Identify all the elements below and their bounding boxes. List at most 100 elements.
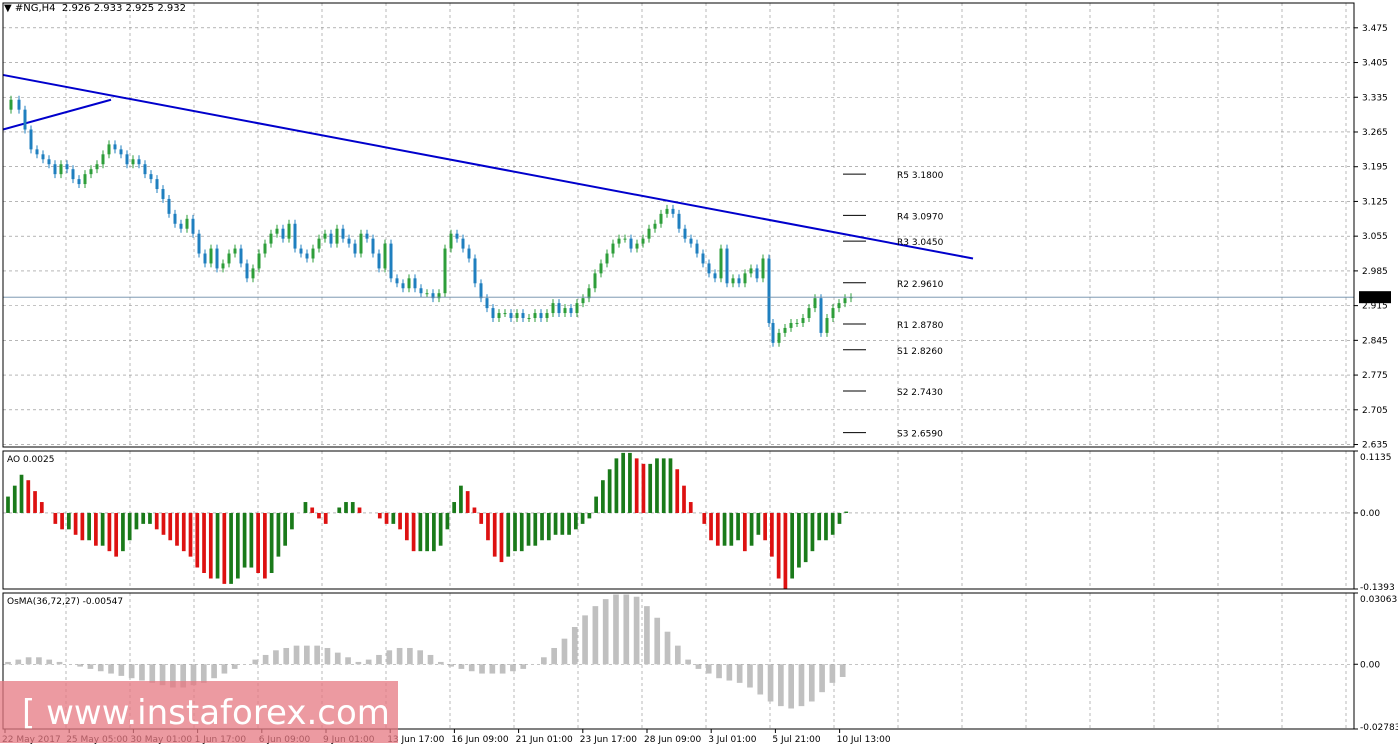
candle-body [221,263,225,269]
candle-body [557,303,561,314]
candle-body [807,308,811,319]
chart-header: ▼ #NG,H4 2.926 2.933 2.925 2.932 [4,3,186,14]
candle-body [197,233,201,254]
candle-body [551,303,555,314]
price-axis-label: 3.265 [1362,128,1388,138]
candle-body [35,149,39,155]
candle-body [41,154,45,160]
candle-body [777,332,781,343]
candle-body [101,154,105,165]
candle-body [185,218,189,229]
candle-body [137,159,141,165]
candle-body [665,208,669,214]
candle-body [77,179,81,185]
candle-body [47,159,51,165]
candle-body [659,213,663,224]
candle-body [825,318,829,333]
candle-body [671,208,675,214]
candle-body [401,283,405,289]
candle-body [323,233,327,239]
price-axis-label: 3.055 [1362,232,1388,242]
candle-body [359,233,363,254]
candle-body [149,174,153,180]
time-axis-label: 21 Jun 01:00 [516,735,573,745]
candle-body [587,288,591,299]
candle-body [497,313,501,319]
candle-body [155,179,159,190]
candle-body [581,298,585,304]
candle-body [473,258,477,284]
time-axis-label: 28 Jun 09:00 [644,735,701,745]
indicator-axis-label: 0.00 [1360,509,1380,519]
candle-body [407,278,411,289]
dropdown-arrow-icon[interactable]: ▼ [4,3,15,14]
candle-body [689,238,693,244]
candle-body [311,248,315,259]
candle-body [161,189,165,199]
candle-body [395,278,399,284]
candle-body [725,248,729,284]
candle-body [203,253,207,264]
candle-body [215,248,219,269]
candle-body [837,303,841,309]
candle-body [737,278,741,284]
candle-body [425,293,429,295]
candle-body [173,213,177,224]
candle-body [29,129,33,150]
candle-body [329,233,333,244]
pivot-label: S1 2.8260 [897,347,943,357]
price-axis-label: 3.475 [1362,24,1388,34]
price-axis-label: 2.845 [1362,336,1388,346]
candle-body [479,283,483,299]
candle-body [641,238,645,244]
candle-body [107,144,111,155]
candle-body [509,313,513,319]
candle-body [53,164,57,175]
candle-body [71,169,75,180]
candle-body [599,263,603,274]
candle-body [317,238,321,249]
candle-body [795,322,799,324]
candle-body [545,313,549,319]
candle-body [695,243,699,254]
price-axis-label: 2.775 [1362,371,1388,381]
candle-body [485,298,489,309]
time-axis-label: 10 Jul 13:00 [837,735,891,745]
candle-body [65,164,69,170]
candle-body [569,308,573,314]
candle-body [701,253,705,264]
price-axis-label: 2.635 [1362,441,1388,451]
candle-body [623,238,627,240]
candle-body [771,322,775,343]
candle-body [653,223,657,229]
candle-body [125,154,129,165]
candle-body [275,228,279,234]
time-axis-label: 16 Jun 09:00 [451,735,508,745]
candle-body [683,228,687,239]
price-axis-label: 3.335 [1362,93,1388,103]
ao-label: AO 0.0025 [7,455,54,465]
candle-body [245,263,249,279]
candle-body [831,308,835,319]
pivot-label: S3 2.6590 [897,430,943,440]
candle-body [179,223,183,229]
candle-body [305,253,309,259]
time-axis-label: 3 Jul 01:00 [708,735,757,745]
ohlc-values: 2.926 2.933 2.925 2.932 [61,3,186,14]
candle-body [731,278,735,284]
time-axis-label: 5 Jul 21:00 [772,735,821,745]
candle-body [819,298,823,333]
indicator-axis-label: -0.1393 [1360,583,1395,593]
candle-body [629,238,633,249]
candle-body [269,233,273,244]
price-axis-label: 2.985 [1362,267,1388,277]
candle-body [743,273,747,284]
candle-body [413,278,417,289]
candle-body [293,223,297,249]
candle-body [239,248,243,264]
candle-body [131,159,135,165]
candle-body [789,322,793,328]
candle-body [461,238,465,249]
candle-body [113,144,117,150]
candle-body [383,243,387,269]
